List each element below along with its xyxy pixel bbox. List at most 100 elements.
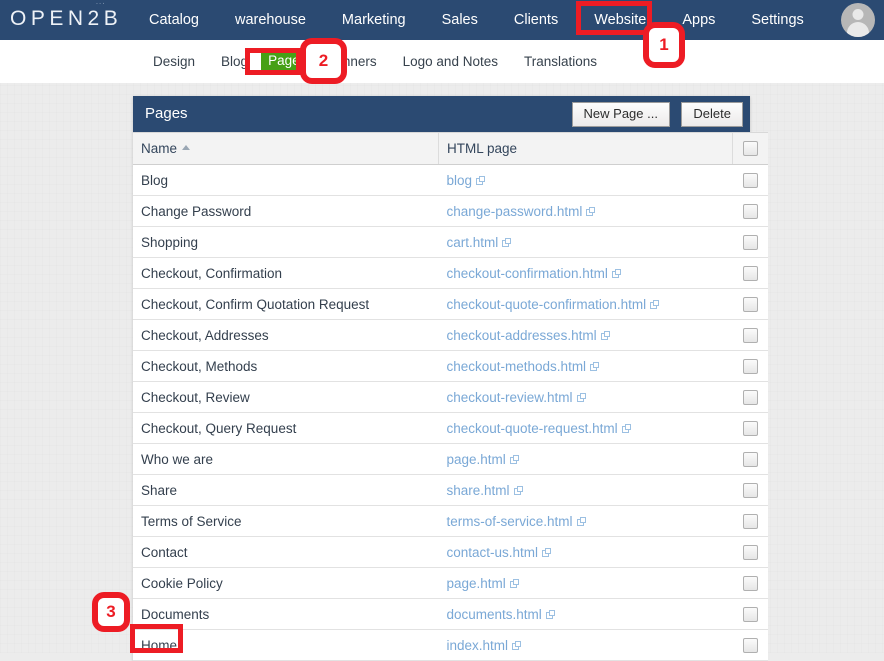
external-link-icon[interactable] <box>600 330 610 340</box>
cell-page-name[interactable]: Blog <box>133 164 439 196</box>
html-page-link[interactable]: checkout-review.html <box>447 390 573 405</box>
row-checkbox[interactable] <box>742 544 758 560</box>
table-row[interactable]: Checkout, Confirmation checkout-confirmat… <box>133 257 768 289</box>
table-row[interactable]: Share share.html <box>133 474 768 506</box>
external-link-icon[interactable] <box>476 175 486 185</box>
subnav-item-design[interactable]: Design <box>140 40 208 83</box>
table-row[interactable]: Terms of Service terms-of-service.html <box>133 505 768 537</box>
html-page-link[interactable]: change-password.html <box>447 204 583 219</box>
nav-item-settings[interactable]: Settings <box>733 0 821 40</box>
external-link-icon[interactable] <box>586 206 596 216</box>
html-page-link[interactable]: cart.html <box>447 235 499 250</box>
row-checkbox[interactable] <box>742 265 758 281</box>
table-row[interactable]: Contact contact-us.html <box>133 536 768 568</box>
cell-page-name[interactable]: Checkout, Addresses <box>133 319 439 351</box>
external-link-icon[interactable] <box>621 423 631 433</box>
column-header-select-all[interactable] <box>732 132 768 165</box>
logo-superscript-mark: ˙˙˙ <box>96 2 106 11</box>
nav-item-clients[interactable]: Clients <box>496 0 576 40</box>
external-link-icon[interactable] <box>509 454 519 464</box>
external-link-icon[interactable] <box>576 516 586 526</box>
cell-page-name[interactable]: Share <box>133 474 439 506</box>
avatar-body-shape <box>847 22 869 37</box>
new-page-button[interactable]: New Page ... <box>571 102 670 127</box>
row-checkbox[interactable] <box>742 575 758 591</box>
html-page-link[interactable]: contact-us.html <box>447 545 539 560</box>
html-page-link[interactable]: terms-of-service.html <box>447 514 573 529</box>
subnav-item-translations[interactable]: Translations <box>511 40 610 83</box>
row-checkbox[interactable] <box>742 296 758 312</box>
external-link-icon[interactable] <box>590 361 600 371</box>
cell-page-name[interactable]: Checkout, Confirmation <box>133 257 439 289</box>
table-row[interactable]: Who we are page.html <box>133 443 768 475</box>
nav-item-catalog[interactable]: Catalog <box>131 0 217 40</box>
html-page-link[interactable]: checkout-methods.html <box>447 359 587 374</box>
html-page-link[interactable]: checkout-quote-request.html <box>447 421 618 436</box>
subnav-item-logo-and-notes[interactable]: Logo and Notes <box>390 40 511 83</box>
row-checkbox[interactable] <box>742 203 758 219</box>
cell-page-name[interactable]: Checkout, Methods <box>133 350 439 382</box>
row-checkbox[interactable] <box>742 234 758 250</box>
external-link-icon[interactable] <box>611 268 621 278</box>
table-row[interactable]: Home index.html <box>133 629 768 661</box>
row-checkbox[interactable] <box>742 420 758 436</box>
user-avatar[interactable] <box>841 3 875 37</box>
row-checkbox[interactable] <box>742 482 758 498</box>
html-page-link[interactable]: page.html <box>447 452 506 467</box>
row-checkbox[interactable] <box>742 451 758 467</box>
html-page-link[interactable]: index.html <box>447 638 509 653</box>
table-row[interactable]: Checkout, Review checkout-review.html <box>133 381 768 413</box>
cell-row-select <box>732 536 768 568</box>
table-row[interactable]: Cookie Policy page.html <box>133 567 768 599</box>
html-page-link[interactable]: documents.html <box>447 607 542 622</box>
table-row[interactable]: Blog blog <box>133 164 768 196</box>
column-header-html-page[interactable]: HTML page <box>438 132 733 165</box>
row-checkbox[interactable] <box>742 606 758 622</box>
html-page-link[interactable]: checkout-addresses.html <box>447 328 597 343</box>
table-row[interactable]: Documents documents.html <box>133 598 768 630</box>
cell-page-name[interactable]: Cookie Policy <box>133 567 439 599</box>
delete-button[interactable]: Delete <box>681 102 743 127</box>
nav-item-sales[interactable]: Sales <box>424 0 496 40</box>
row-checkbox[interactable] <box>742 513 758 529</box>
table-row[interactable]: Checkout, Confirm Quotation Request check… <box>133 288 768 320</box>
cell-page-name[interactable]: Terms of Service <box>133 505 439 537</box>
table-row[interactable]: Shopping cart.html <box>133 226 768 258</box>
external-link-icon[interactable] <box>542 547 552 557</box>
table-row[interactable]: Checkout, Addresses checkout-addresses.ht… <box>133 319 768 351</box>
row-checkbox[interactable] <box>742 172 758 188</box>
html-page-link[interactable]: page.html <box>447 576 506 591</box>
table-row[interactable]: Change Password change-password.html <box>133 195 768 227</box>
row-checkbox[interactable] <box>742 327 758 343</box>
nav-item-marketing[interactable]: Marketing <box>324 0 424 40</box>
table-row[interactable]: Checkout, Query Request checkout-quote-re… <box>133 412 768 444</box>
nav-item-warehouse[interactable]: warehouse <box>217 0 324 40</box>
cell-page-name[interactable]: Who we are <box>133 443 439 475</box>
html-page-link[interactable]: share.html <box>447 483 510 498</box>
column-header-name[interactable]: Name <box>133 132 439 165</box>
cell-page-name[interactable]: Shopping <box>133 226 439 258</box>
external-link-icon[interactable] <box>502 237 512 247</box>
annotation-badge-2: 2 <box>300 38 347 84</box>
external-link-icon[interactable] <box>509 578 519 588</box>
html-page-link[interactable]: checkout-confirmation.html <box>447 266 608 281</box>
external-link-icon[interactable] <box>512 640 522 650</box>
table-row[interactable]: Checkout, Methods checkout-methods.html <box>133 350 768 382</box>
annotation-highlight-website <box>576 1 652 35</box>
row-checkbox[interactable] <box>742 389 758 405</box>
select-all-checkbox[interactable] <box>743 140 758 156</box>
cell-page-name[interactable]: Checkout, Review <box>133 381 439 413</box>
external-link-icon[interactable] <box>513 485 523 495</box>
main-nav: Catalog warehouse Marketing Sales Clients Web… <box>131 0 822 40</box>
external-link-icon[interactable] <box>545 609 555 619</box>
html-page-link[interactable]: checkout-quote-confirmation.html <box>447 297 647 312</box>
external-link-icon[interactable] <box>576 392 586 402</box>
external-link-icon[interactable] <box>650 299 660 309</box>
row-checkbox[interactable] <box>742 637 758 653</box>
cell-page-name[interactable]: Change Password <box>133 195 439 227</box>
html-page-link[interactable]: blog <box>447 173 473 188</box>
row-checkbox[interactable] <box>742 358 758 374</box>
cell-page-name[interactable]: Contact <box>133 536 439 568</box>
cell-page-name[interactable]: Checkout, Query Request <box>133 412 439 444</box>
cell-page-name[interactable]: Checkout, Confirm Quotation Request <box>133 288 439 320</box>
